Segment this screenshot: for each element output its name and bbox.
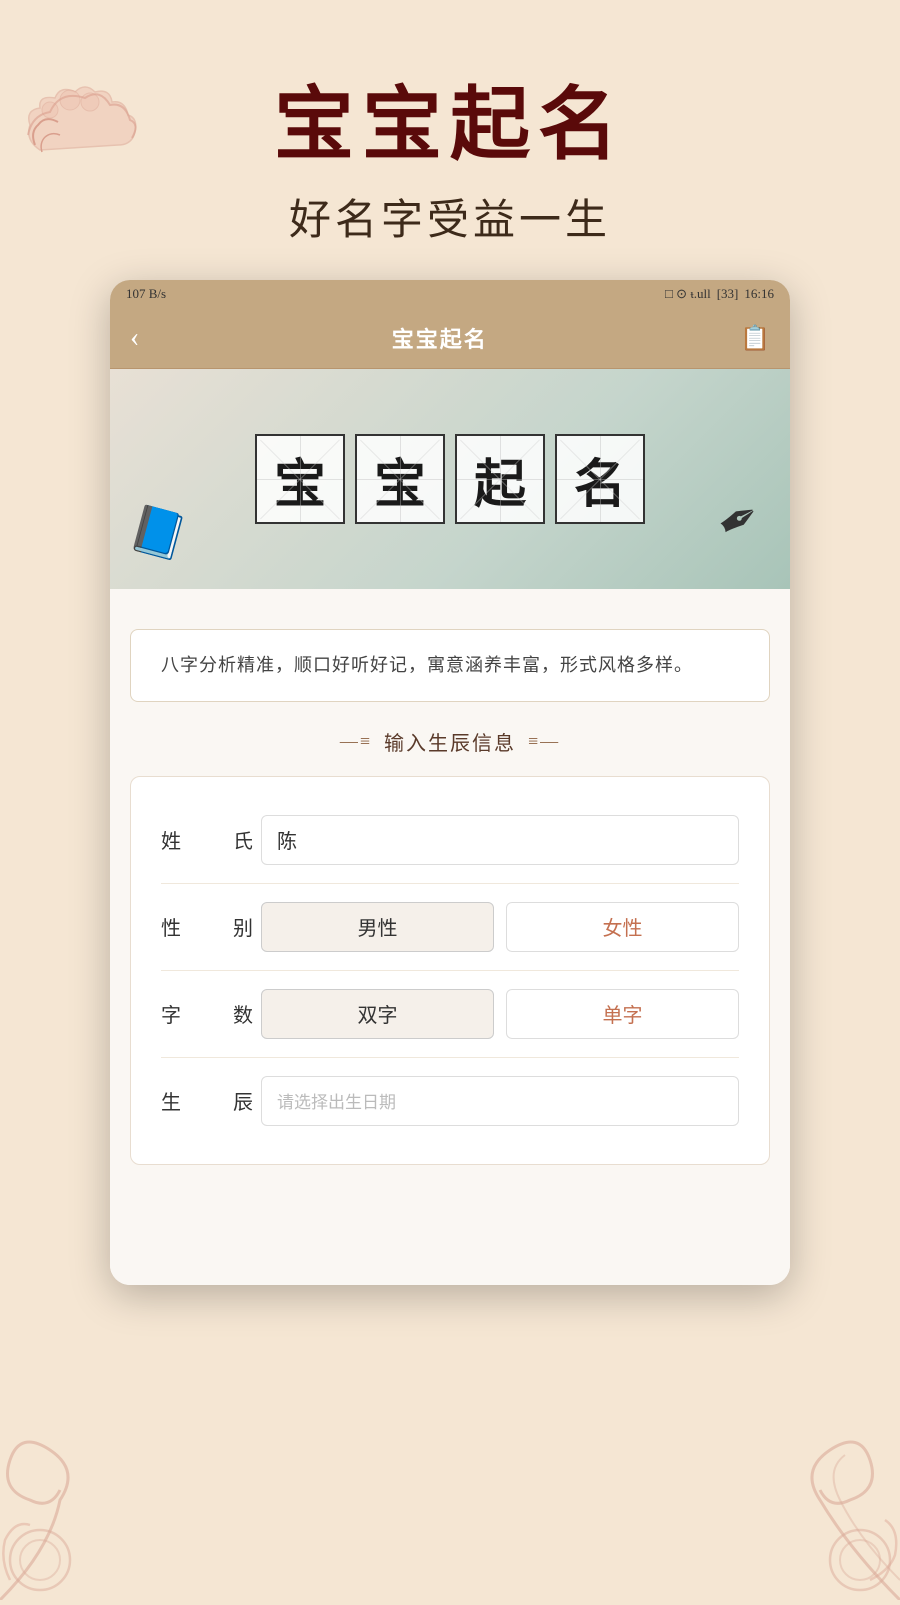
section-title: 输入生辰信息 (384, 727, 516, 756)
back-button[interactable]: ‹ (130, 322, 139, 354)
banner-char-3: 起 (455, 434, 545, 524)
birth-date-picker[interactable]: 请选择出生日期 (261, 1076, 739, 1126)
scroll-decoration-bottom-left (0, 1400, 180, 1600)
cloud-decoration-left (20, 80, 140, 170)
surname-input[interactable] (261, 815, 739, 865)
char-count-row: 字 数 双字 单字 (161, 971, 739, 1058)
description-box: 八字分析精准，顺口好听好记，寓意涵养丰富，形式风格多样。 (130, 629, 770, 702)
menu-icon[interactable]: 📋 (740, 324, 770, 353)
banner: 📘 宝 宝 起 名 ✒ (110, 369, 790, 589)
char-count-label: 字 数 (161, 999, 261, 1028)
nav-bar: ‹ 宝宝起名 📋 (110, 308, 790, 369)
gender-male-button[interactable]: 男性 (261, 902, 494, 952)
birth-placeholder: 请选择出生日期 (277, 1088, 396, 1113)
surname-label: 姓 氏 (161, 825, 261, 854)
content-area: 八字分析精准，顺口好听好记，寓意涵养丰富，形式风格多样。 —≡ 输入生辰信息 ≡… (110, 589, 790, 1285)
single-char-button[interactable]: 单字 (506, 989, 739, 1039)
scroll-decoration-bottom-right (700, 1400, 900, 1600)
book-decoration: 📘 (124, 500, 192, 566)
phone-mockup: 107 B/s □ ⊙ ᵼ.ull [33] 16:16 ‹ 宝宝起名 📋 📘 … (110, 280, 790, 1285)
divider-left: —≡ (340, 731, 372, 752)
double-char-button[interactable]: 双字 (261, 989, 494, 1039)
bottom-area (130, 1185, 770, 1285)
time: 16:16 (744, 286, 774, 302)
gender-toggle-group: 男性 女性 (261, 902, 739, 952)
divider-right: ≡— (528, 731, 560, 752)
status-bar: 107 B/s □ ⊙ ᵼ.ull [33] 16:16 (110, 280, 790, 308)
banner-char-1: 宝 (255, 434, 345, 524)
section-divider: —≡ 输入生辰信息 ≡— (130, 727, 770, 756)
gender-female-button[interactable]: 女性 (506, 902, 739, 952)
nav-title: 宝宝起名 (392, 322, 488, 354)
network-speed: 107 B/s (126, 286, 166, 302)
birth-row: 生 辰 请选择出生日期 (161, 1058, 739, 1144)
brush-decoration: ✒ (706, 484, 771, 555)
gender-row: 性 别 男性 女性 (161, 884, 739, 971)
battery: [33] (717, 286, 739, 302)
description-text: 八字分析精准，顺口好听好记，寓意涵养丰富，形式风格多样。 (161, 655, 693, 675)
banner-char-4: 名 (555, 434, 645, 524)
banner-chars: 宝 宝 起 名 (255, 434, 645, 524)
status-icons: □ ⊙ ᵼ.ull (665, 286, 711, 302)
surname-row: 姓 氏 (161, 797, 739, 884)
form-container: 姓 氏 性 别 男性 女性 字 数 双字 单字 生 (130, 776, 770, 1165)
banner-char-2: 宝 (355, 434, 445, 524)
birth-label: 生 辰 (161, 1086, 261, 1115)
gender-label: 性 别 (161, 912, 261, 941)
char-toggle-group: 双字 单字 (261, 989, 739, 1039)
sub-title: 好名字受益一生 (0, 186, 900, 247)
